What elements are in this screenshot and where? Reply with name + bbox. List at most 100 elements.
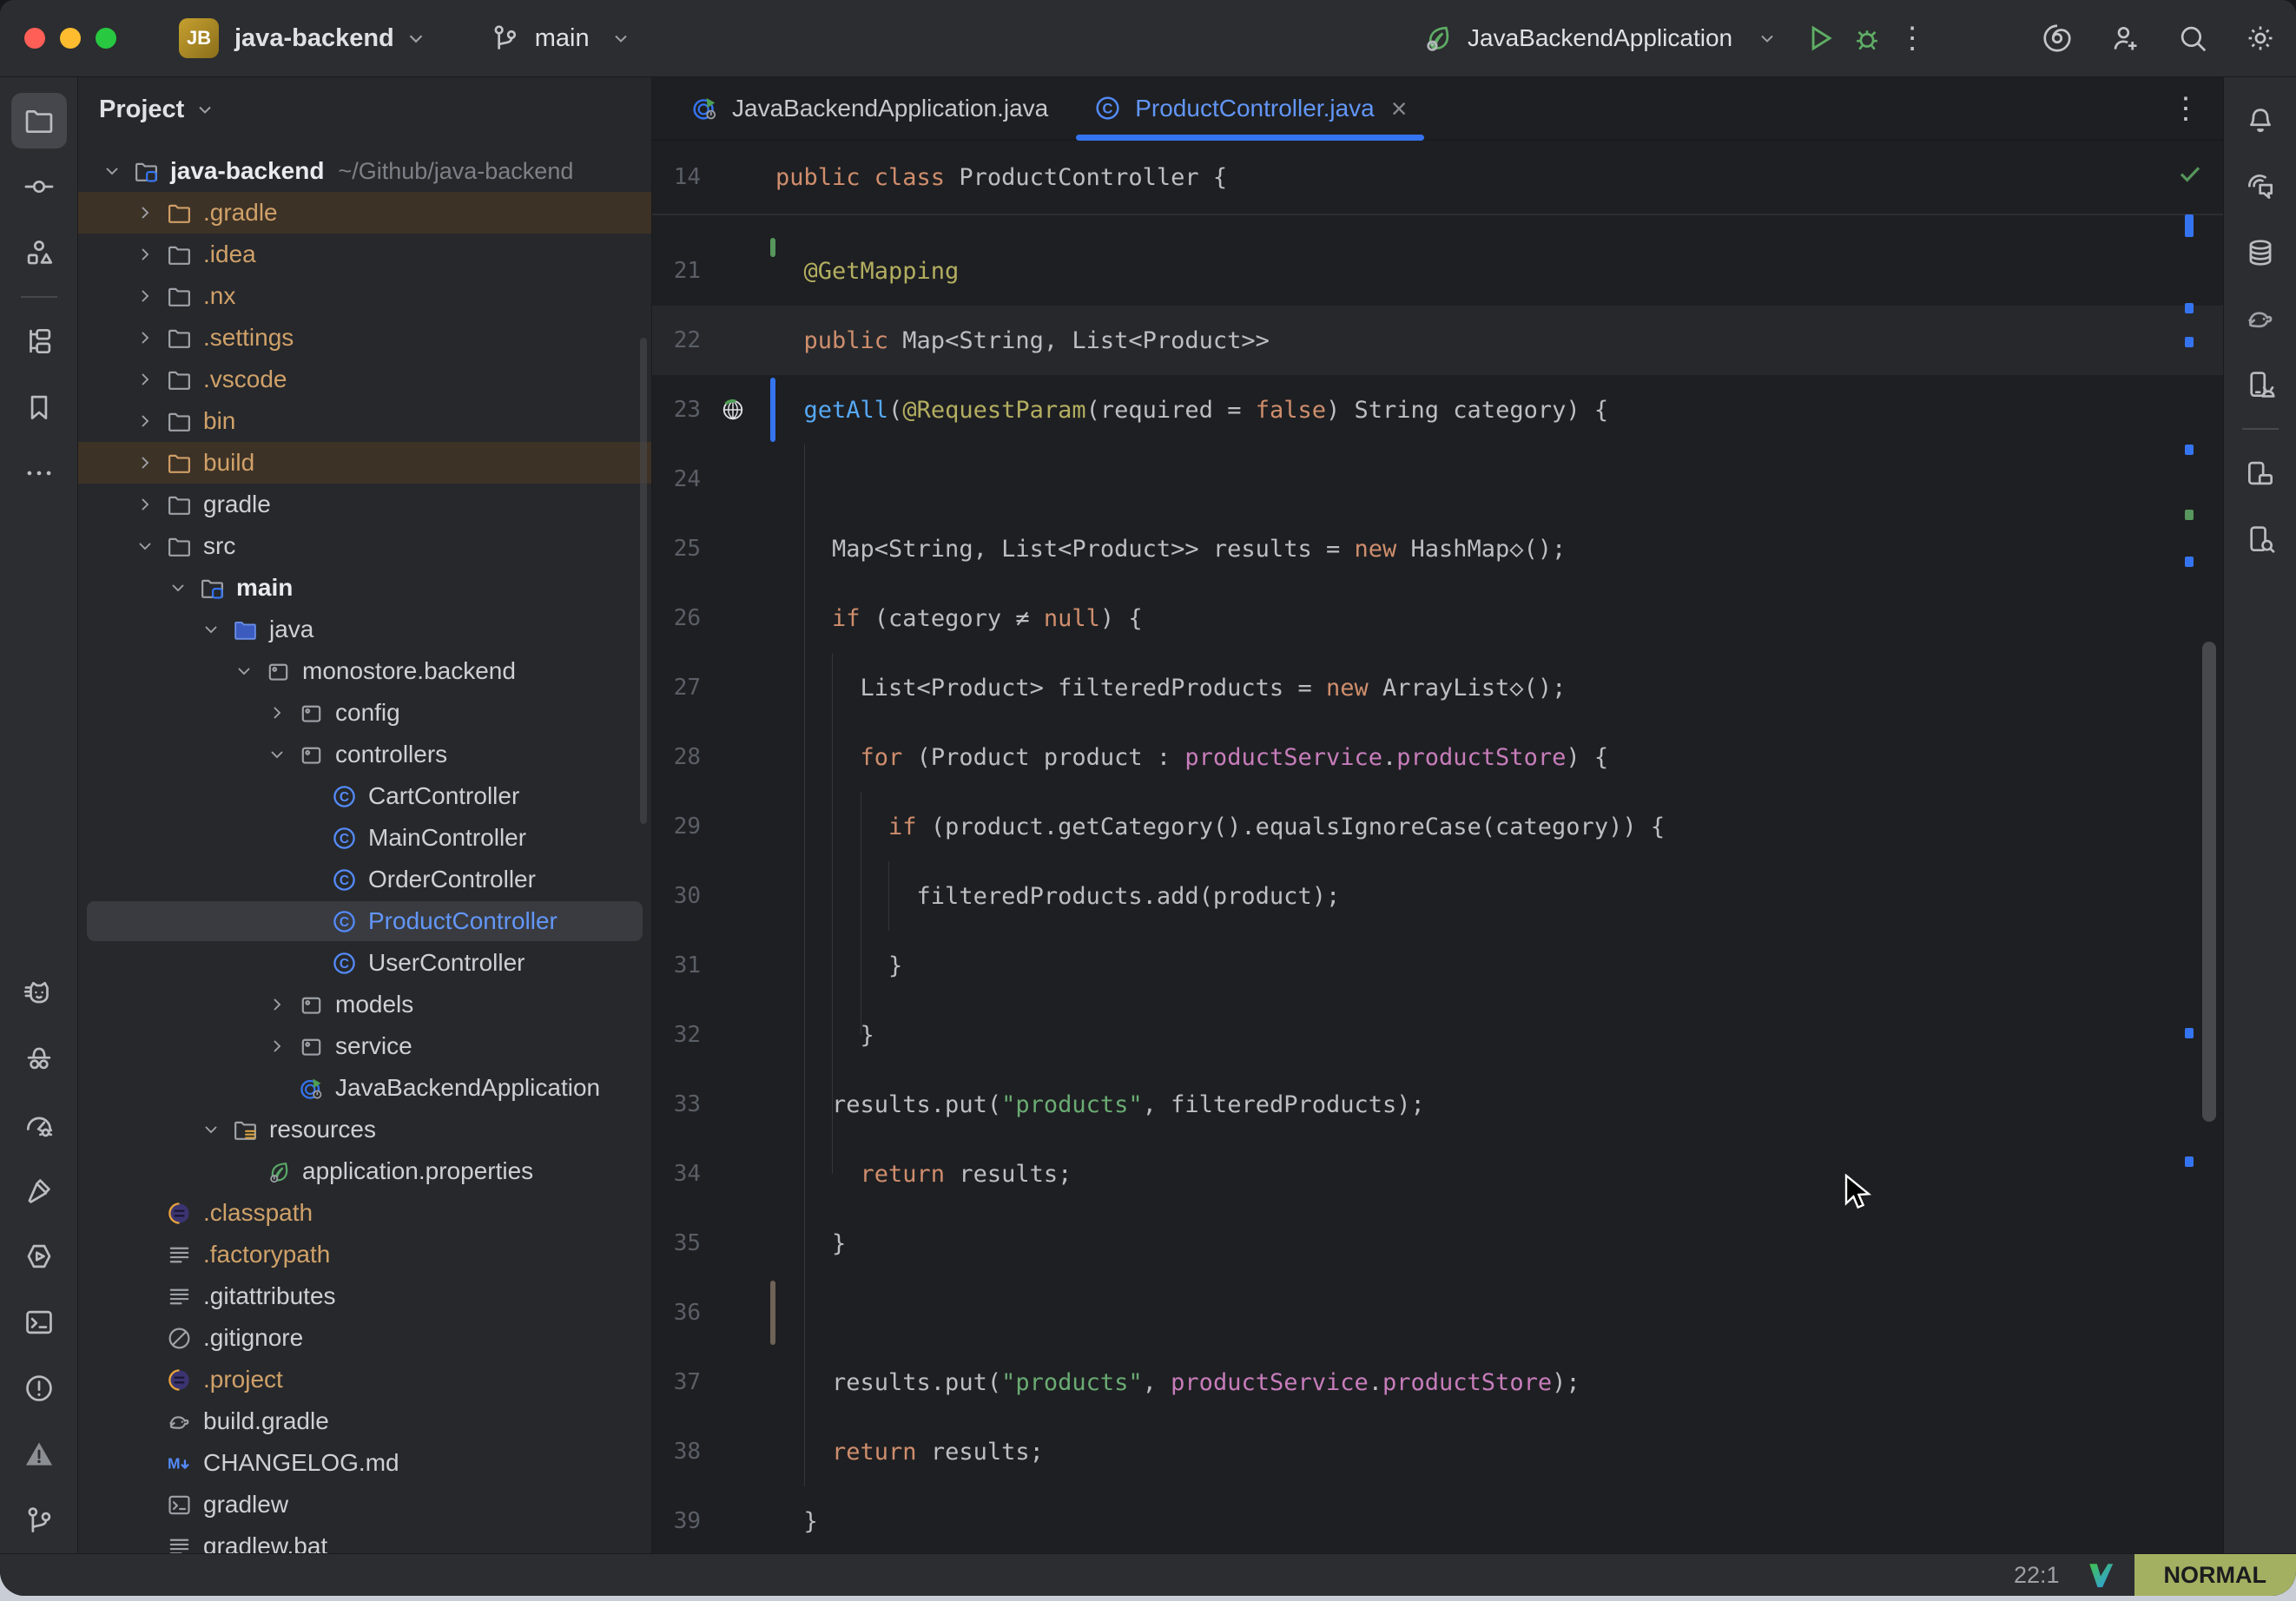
tree-item-java[interactable]: java: [78, 609, 651, 650]
incognito-tool-button[interactable]: [11, 1031, 67, 1086]
tree-item-controllers[interactable]: controllers: [78, 734, 651, 775]
tree-item-changelog-md[interactable]: MCHANGELOG.md: [78, 1442, 651, 1484]
tab-productcontroller-java[interactable]: CProductController.java×: [1071, 77, 1429, 139]
code-line-26[interactable]: 26if (category ≠ null) {: [652, 583, 2223, 653]
tree-item-application-properties[interactable]: application.properties: [78, 1150, 651, 1192]
tree-item-gradlew-bat[interactable]: gradlew.bat: [78, 1525, 651, 1553]
chevron-expanded-icon[interactable]: [195, 1119, 228, 1140]
sticky-line[interactable]: 14public class ProductController {: [652, 141, 2223, 215]
fullscreen-window-button[interactable]: [96, 28, 116, 49]
bookmarks-tool-button[interactable]: [11, 379, 67, 435]
close-tab-icon[interactable]: ×: [1391, 95, 1408, 122]
tree-item-gradle[interactable]: gradle: [78, 484, 651, 525]
editor-scrollbar[interactable]: [2202, 642, 2216, 1122]
tree-item-cartcontroller[interactable]: CCartController: [78, 775, 651, 817]
run-button[interactable]: [1804, 22, 1837, 55]
device-manager-tool-button[interactable]: [2233, 357, 2288, 412]
tree-item-service[interactable]: service: [78, 1025, 651, 1067]
chevron-collapsed-icon[interactable]: [129, 452, 162, 473]
code-with-me-icon[interactable]: [2108, 22, 2141, 55]
code-line-32[interactable]: 32}: [652, 1000, 2223, 1070]
code-line-37[interactable]: 37results.put("products", productService…: [652, 1347, 2223, 1417]
tree-item-monostore-backend[interactable]: monostore.backend: [78, 650, 651, 692]
vcs-widget[interactable]: main: [488, 22, 631, 55]
terminal-tool-button[interactable]: [11, 1295, 67, 1350]
code-line-25[interactable]: 25Map<String, List<Product>> results = n…: [652, 514, 2223, 583]
structure-tool-button[interactable]: [11, 225, 67, 280]
running-devices-tool-button[interactable]: [2233, 445, 2288, 501]
ai-assistant-tool-button[interactable]: [2233, 159, 2288, 214]
project-tree-scrollbar[interactable]: [640, 338, 647, 824]
chevron-collapsed-icon[interactable]: [129, 369, 162, 390]
chevron-collapsed-icon[interactable]: [261, 1036, 294, 1057]
ai-cat-tool-button[interactable]: [11, 965, 67, 1020]
code-line-36[interactable]: 36: [652, 1278, 2223, 1347]
project-name[interactable]: java-backend: [234, 24, 394, 53]
tree-item-maincontroller[interactable]: CMainController: [78, 817, 651, 859]
tree-item--vscode[interactable]: .vscode: [78, 359, 651, 400]
code-line-23[interactable]: 23getAll(@RequestParam(required = false)…: [652, 375, 2223, 445]
run-config-name[interactable]: JavaBackendApplication: [1468, 24, 1732, 52]
chevron-down-icon[interactable]: [405, 27, 427, 49]
inspection-ok-icon[interactable]: [2176, 160, 2204, 192]
chevron-expanded-icon[interactable]: [228, 661, 261, 682]
commit-tool-button[interactable]: [11, 159, 67, 214]
code-line-33[interactable]: 33results.put("products", filteredProduc…: [652, 1070, 2223, 1139]
tree-item--factorypath[interactable]: .factorypath: [78, 1234, 651, 1275]
chevron-collapsed-icon[interactable]: [129, 286, 162, 306]
tree-item-src[interactable]: src: [78, 525, 651, 567]
code-line-28[interactable]: 28for (Product product : productService.…: [652, 722, 2223, 792]
code-line-27[interactable]: 27List<Product> filteredProducts = new A…: [652, 653, 2223, 722]
chevron-collapsed-icon[interactable]: [129, 327, 162, 348]
code-line-22[interactable]: 22public Map<String, List<Product>>: [652, 306, 2223, 375]
tree-item-java-backend[interactable]: java-backend~/Github/java-backend: [78, 150, 651, 192]
problems-tool-button[interactable]: [11, 1361, 67, 1416]
profiler-tool-button[interactable]: [11, 1097, 67, 1152]
close-window-button[interactable]: [24, 28, 45, 49]
tree-item--gitattributes[interactable]: .gitattributes: [78, 1275, 651, 1317]
chevron-expanded-icon[interactable]: [96, 161, 129, 181]
tree-item-ordercontroller[interactable]: COrderController: [78, 859, 651, 900]
ai-assistant-icon[interactable]: [2041, 22, 2074, 55]
code-line-31[interactable]: 31}: [652, 931, 2223, 1000]
settings-gear-icon[interactable]: [2244, 22, 2277, 55]
tree-item--idea[interactable]: .idea: [78, 234, 651, 275]
services-tool-button[interactable]: [11, 1229, 67, 1284]
tree-item-gradlew[interactable]: gradlew: [78, 1484, 651, 1525]
project-panel-header[interactable]: Project: [78, 77, 651, 142]
git-tool-button[interactable]: [11, 1492, 67, 1548]
tree-item-javabackendapplication[interactable]: JavaBackendApplication: [78, 1067, 651, 1109]
tab-javabackendapplication-java[interactable]: JavaBackendApplication.java: [668, 77, 1071, 139]
tree-item--gradle[interactable]: .gradle: [78, 192, 651, 234]
code-line-24[interactable]: 24: [652, 445, 2223, 514]
tree-item-build-gradle[interactable]: build.gradle: [78, 1400, 651, 1442]
code-line-34[interactable]: 34return results;: [652, 1139, 2223, 1209]
project-tool-button[interactable]: [11, 93, 67, 148]
tree-item-build[interactable]: build: [78, 442, 651, 484]
tree-item--classpath[interactable]: .classpath: [78, 1192, 651, 1234]
device-explorer-tool-button[interactable]: [2233, 511, 2288, 567]
caret-position[interactable]: 22:1: [2014, 1562, 2060, 1589]
tree-item--gitignore[interactable]: .gitignore: [78, 1317, 651, 1359]
ideavim-icon[interactable]: [2086, 1560, 2115, 1590]
search-icon[interactable]: [2176, 22, 2209, 55]
more-tool-windows-tool-button[interactable]: [11, 445, 67, 501]
editor-options-button[interactable]: ⋮: [2171, 94, 2200, 123]
more-run-options-button[interactable]: ⋮: [1897, 23, 1927, 53]
chevron-expanded-icon[interactable]: [162, 577, 195, 598]
tree-item-bin[interactable]: bin: [78, 400, 651, 442]
notifications-warning-tool-button[interactable]: [11, 1426, 67, 1482]
tree-item-config[interactable]: config: [78, 692, 651, 734]
tree-item-models[interactable]: models: [78, 984, 651, 1025]
code-line-39[interactable]: 39}: [652, 1486, 2223, 1553]
chevron-collapsed-icon[interactable]: [129, 411, 162, 432]
code-line-38[interactable]: 38return results;: [652, 1417, 2223, 1486]
chevron-collapsed-icon[interactable]: [129, 244, 162, 265]
chevron-collapsed-icon[interactable]: [129, 494, 162, 515]
chevron-collapsed-icon[interactable]: [261, 702, 294, 723]
notifications-tool-button[interactable]: [2233, 93, 2288, 148]
tree-item-resources[interactable]: resources: [78, 1109, 651, 1150]
chevron-expanded-icon[interactable]: [129, 536, 162, 557]
tree-item-usercontroller[interactable]: CUserController: [78, 942, 651, 984]
tree-item-main[interactable]: main: [78, 567, 651, 609]
